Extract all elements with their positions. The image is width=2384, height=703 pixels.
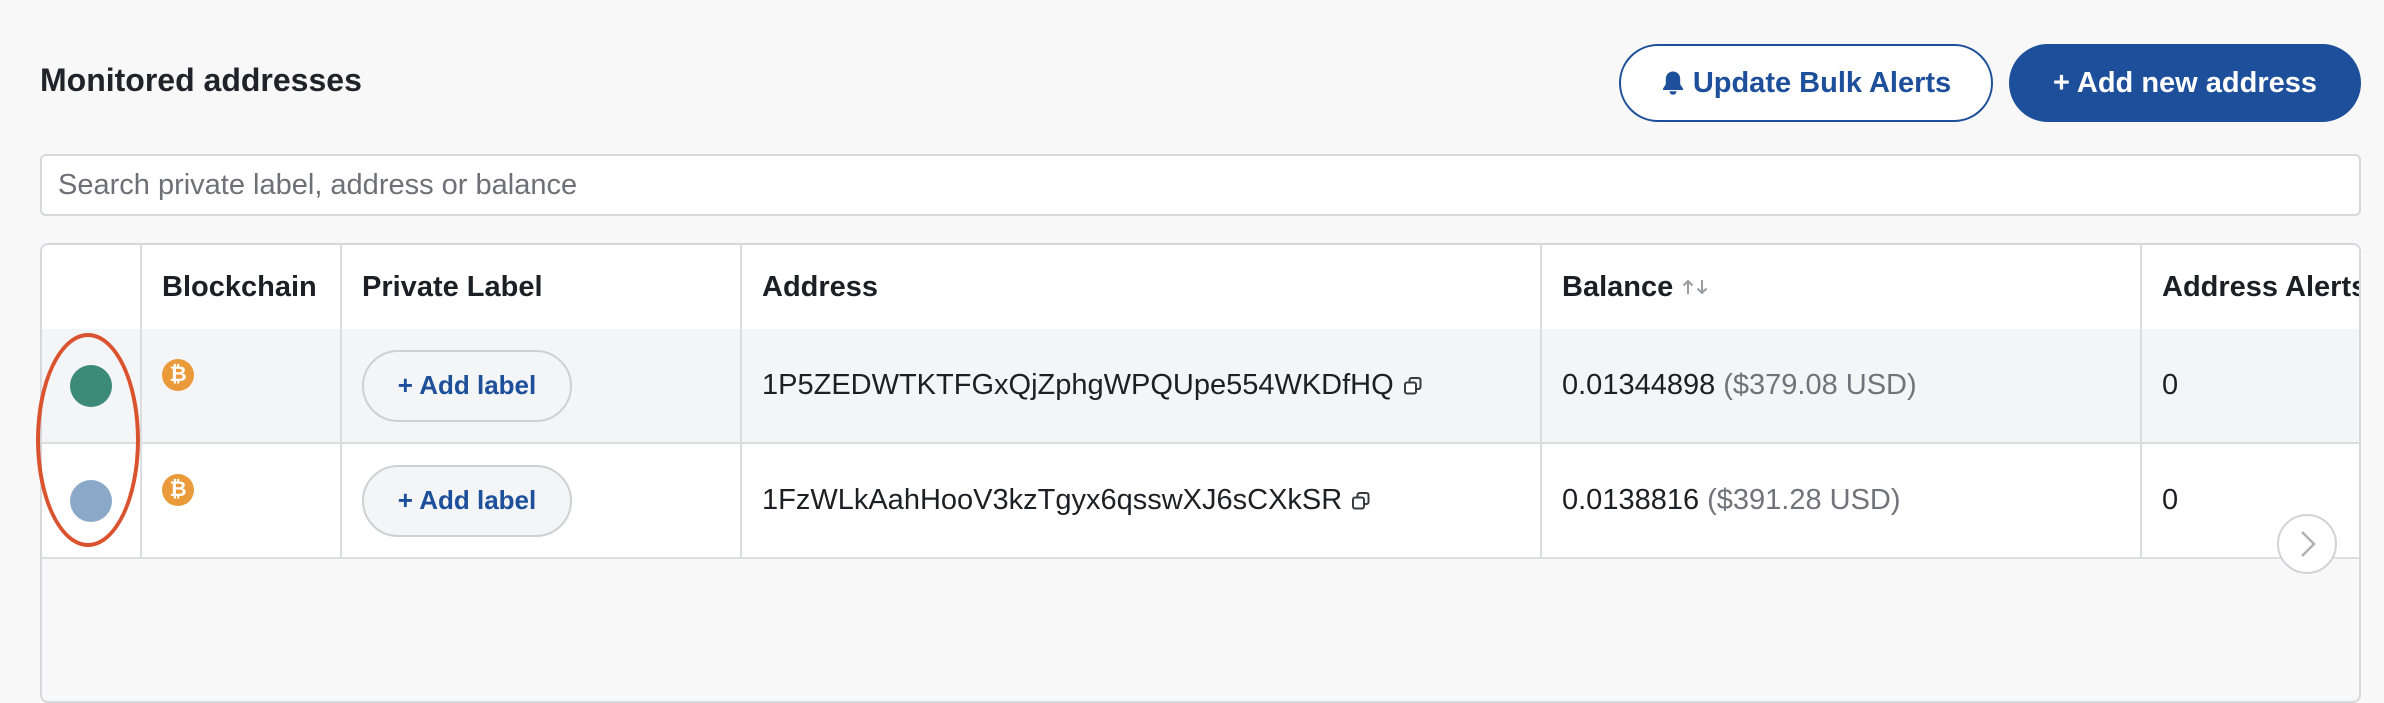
balance-value: 0.0138816 <box>1562 484 1700 516</box>
sort-icon[interactable] <box>1681 277 1711 297</box>
balance-cell: 0.0138816 ($391.28 USD) <box>1542 444 2142 557</box>
column-header-address-alerts: Address Alerts <box>2162 270 2361 303</box>
balance-value: 0.01344898 <box>1562 369 1716 401</box>
bell-icon <box>1661 70 1685 96</box>
bitcoin-icon: ₿ <box>162 358 194 391</box>
column-header-private-label: Private Label <box>342 245 742 329</box>
copy-icon[interactable] <box>1403 376 1422 395</box>
table-row: ₿ + Add label 1P5ZEDWTKTFGxQjZphgWPQUpe5… <box>42 329 2359 444</box>
table-header: Blockchain Private Label Address Balance… <box>42 245 2359 331</box>
column-header-blockchain: Blockchain <box>142 245 342 329</box>
balance-header-label: Balance <box>1562 270 1674 303</box>
update-bulk-alerts-label: Update Bulk Alerts <box>1692 66 1952 99</box>
scroll-right-button[interactable] <box>2277 514 2337 574</box>
search-input[interactable] <box>40 154 2361 216</box>
balance-cell: 0.01344898 ($379.08 USD) <box>1542 329 2142 442</box>
chevron-right-icon <box>2301 531 2316 557</box>
bitcoin-icon: ₿ <box>162 473 194 506</box>
status-dot[interactable] <box>70 479 112 522</box>
blockchain-cell: ₿ <box>142 329 342 442</box>
column-header-address: Address <box>742 245 1542 329</box>
column-header-status <box>42 245 142 329</box>
private-label-cell: + Add label <box>342 444 742 557</box>
address-cell: 1FzWLkAahHooV3kzTgyx6qsswXJ6sCXkSR <box>742 444 1542 557</box>
balance-usd: ($379.08 USD) <box>1723 369 1917 401</box>
balance-usd: ($391.28 USD) <box>1707 484 1901 516</box>
addresses-table: Blockchain Private Label Address Balance… <box>40 243 2361 703</box>
address-alerts-cell: 0 <box>2162 369 2179 401</box>
page-title: Monitored addresses <box>40 62 362 98</box>
status-cell <box>42 329 142 442</box>
table-row: ₿ + Add label 1FzWLkAahHooV3kzTgyx6qsswX… <box>42 444 2359 559</box>
address-text: 1P5ZEDWTKTFGxQjZphgWPQUpe554WKDfHQ <box>762 369 1394 401</box>
address-cell: 1P5ZEDWTKTFGxQjZphgWPQUpe554WKDfHQ <box>742 329 1542 442</box>
address-text: 1FzWLkAahHooV3kzTgyx6qsswXJ6sCXkSR <box>762 484 1343 516</box>
private-label-cell: + Add label <box>342 329 742 442</box>
copy-icon[interactable] <box>1352 491 1370 510</box>
add-label-button[interactable]: + Add label <box>362 349 572 422</box>
add-label-button[interactable]: + Add label <box>362 464 572 537</box>
status-cell <box>42 444 142 557</box>
blockchain-cell: ₿ <box>142 444 342 557</box>
column-header-balance[interactable]: Balance <box>1542 245 2142 329</box>
update-bulk-alerts-button[interactable]: Update Bulk Alerts <box>1619 44 1993 122</box>
add-new-address-button[interactable]: + Add new address <box>2009 44 2361 122</box>
status-dot[interactable] <box>70 364 112 407</box>
